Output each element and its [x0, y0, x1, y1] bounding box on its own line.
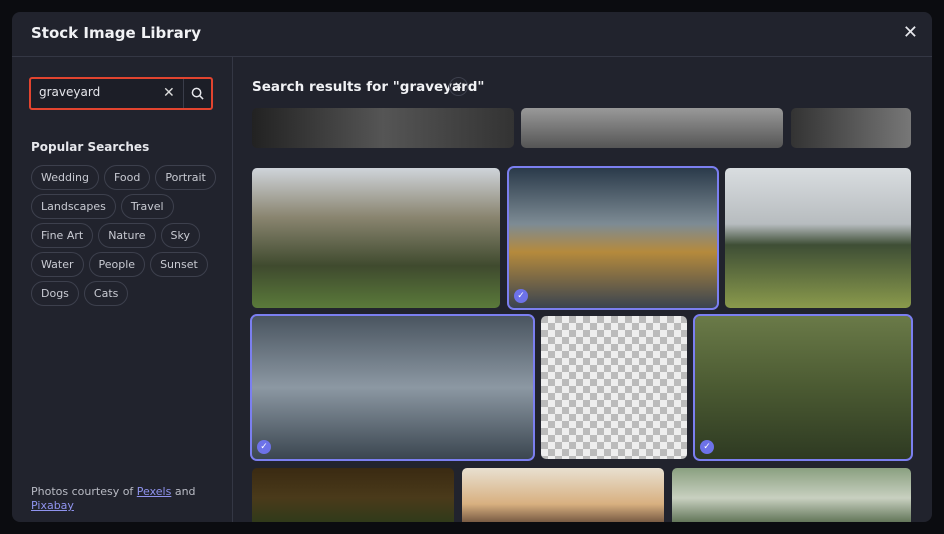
popular-search-chip[interactable]: Nature — [98, 223, 156, 248]
search-icon — [191, 87, 204, 100]
popular-search-chip[interactable]: Sunset — [150, 252, 208, 277]
pixabay-link[interactable]: Pixabay — [31, 499, 74, 512]
popular-search-chip[interactable]: People — [88, 252, 146, 277]
photo-credit: Photos courtesy of Pexels and Pixabay — [31, 485, 201, 513]
sidebar: ✕ Popular Searches WeddingFoodPortrait La… — [12, 57, 233, 522]
results-panel: Search results for "graveyard" ✕ ✓ ✓ ✓ — [234, 57, 932, 522]
clear-search-icon[interactable]: ✕ — [163, 85, 175, 101]
result-image-misty-cemetery[interactable]: ✓ — [250, 314, 535, 461]
selected-check-icon: ✓ — [700, 440, 714, 454]
credit-and: and — [171, 485, 196, 498]
popular-searches-heading: Popular Searches — [31, 140, 150, 154]
search-box: ✕ — [29, 77, 213, 110]
result-image-tombstones-cutout[interactable] — [541, 316, 687, 459]
result-image-dark-forest-graveyard[interactable] — [252, 468, 454, 522]
close-icon[interactable]: ✕ — [903, 22, 918, 43]
popular-searches-list: Wedding Food Portrait Landscapes Travel Fine … — [31, 165, 221, 306]
search-button[interactable] — [183, 79, 211, 108]
selected-check-icon: ✓ — [514, 289, 528, 303]
result-image-overgrown-mausoleum[interactable]: ✓ — [693, 314, 913, 461]
result-image-angel-statue[interactable] — [791, 108, 911, 148]
clear-results-button[interactable]: ✕ — [449, 77, 468, 96]
selected-check-icon: ✓ — [257, 440, 271, 454]
pexels-link[interactable]: Pexels — [137, 485, 172, 498]
stock-image-modal: Stock Image Library ✕ ✕ Popular Searches… — [12, 12, 932, 522]
search-input[interactable] — [39, 85, 149, 99]
popular-search-chip[interactable]: Portrait — [155, 165, 216, 190]
popular-search-chip[interactable]: Landscapes — [31, 194, 116, 219]
popular-search-chip[interactable]: Water — [31, 252, 84, 277]
popular-search-chip[interactable]: Sky — [160, 223, 200, 248]
modal-header: Stock Image Library ✕ — [12, 12, 932, 57]
popular-search-chip[interactable]: Dogs — [31, 281, 79, 306]
credit-text: Photos courtesy of — [31, 485, 137, 498]
result-image-stone-statue[interactable] — [521, 108, 783, 148]
result-image-war-cemetery-crosses[interactable] — [725, 168, 911, 308]
modal-title: Stock Image Library — [31, 24, 201, 42]
result-image-sunset-tree[interactable] — [462, 468, 664, 522]
popular-search-chip[interactable]: Food — [103, 165, 151, 190]
result-image-church-graveyard[interactable] — [252, 168, 500, 308]
result-image-man-sitting[interactable] — [252, 108, 514, 148]
popular-search-chip[interactable]: Cats — [83, 281, 129, 306]
result-image-cemetery-sunset[interactable]: ✓ — [507, 166, 719, 310]
result-image-forest-cross[interactable] — [672, 468, 911, 522]
popular-search-chip[interactable]: Travel — [120, 194, 174, 219]
popular-search-chip[interactable]: Wedding — [31, 165, 99, 190]
popular-search-chip[interactable]: Fine Art — [31, 223, 94, 248]
